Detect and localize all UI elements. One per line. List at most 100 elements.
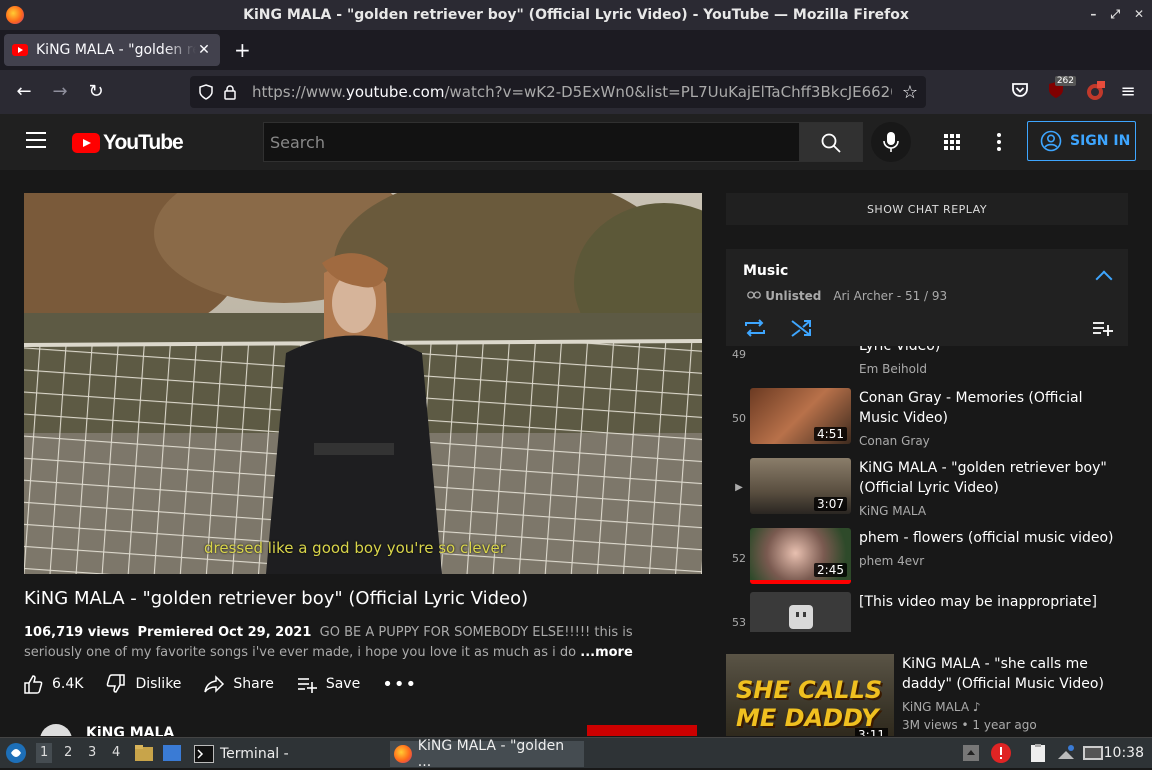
taskbar-firefox[interactable]: KiNG MALA - "golden ... bbox=[390, 738, 584, 770]
like-button[interactable]: 6.4K bbox=[22, 673, 83, 695]
channel-name[interactable]: KiNG MALA bbox=[86, 725, 174, 736]
recommended-channel: KiNG MALA ♪ bbox=[902, 700, 981, 714]
playlist-title[interactable]: Music bbox=[743, 263, 788, 279]
playlist-panel-header: Music Unlisted Ari Archer - 51 / 93 bbox=[726, 249, 1128, 346]
settings-more-icon[interactable] bbox=[987, 130, 1011, 154]
recommended-channel-name: KiNG MALA bbox=[902, 700, 970, 714]
extension-icon[interactable] bbox=[1084, 80, 1106, 102]
playlist-item-title: Conan Gray - Memories (Official Music Vi… bbox=[859, 390, 1083, 426]
tab-close-icon[interactable]: ✕ bbox=[196, 42, 212, 58]
forward-icon[interactable]: → bbox=[48, 80, 72, 104]
workspace-4[interactable]: 4 bbox=[112, 745, 120, 760]
clipboard-icon[interactable] bbox=[1028, 743, 1048, 763]
tray-up-arrow-icon[interactable] bbox=[962, 744, 980, 762]
microphone-icon bbox=[883, 132, 899, 152]
recommended-title: KiNG MALA - "she calls me daddy" (Offici… bbox=[902, 656, 1104, 692]
watch-progress-bar bbox=[750, 580, 851, 584]
window-controls: – ⤢ ✕ bbox=[1090, 7, 1144, 22]
playlist-item-thumbnail bbox=[750, 592, 851, 632]
playlist-subtitle: Unlisted Ari Archer - 51 / 93 bbox=[747, 289, 947, 303]
video-player[interactable]: dressed like a good boy you're so clever bbox=[24, 193, 702, 574]
playlist-item[interactable]: 49 Lyric Video) Em Beihold bbox=[726, 346, 1128, 386]
search-button[interactable] bbox=[799, 122, 863, 162]
network-icon[interactable] bbox=[1056, 743, 1076, 763]
video-description[interactable]: 106,719 views Premiered Oct 29, 2021 GO … bbox=[24, 623, 664, 663]
thumbs-down-icon bbox=[107, 674, 126, 693]
like-count: 6.4K bbox=[52, 676, 84, 692]
app-menu-icon[interactable]: ≡ bbox=[1116, 80, 1140, 104]
collapse-chevron-icon[interactable] bbox=[1095, 270, 1113, 288]
recommended-duration: 3:11 bbox=[855, 728, 888, 736]
url-text[interactable]: https://www.youtube.com/watch?v=wK2-D5Ex… bbox=[252, 83, 892, 101]
playlist-items: 49 Lyric Video) Em Beihold 50 4:51 Conan… bbox=[726, 346, 1128, 632]
loop-icon[interactable] bbox=[743, 317, 767, 339]
terminal-icon bbox=[194, 745, 214, 763]
tracking-shield-icon[interactable] bbox=[198, 84, 214, 100]
share-button[interactable]: Share bbox=[203, 673, 274, 695]
subscribe-button[interactable] bbox=[587, 725, 697, 736]
ublock-origin-icon[interactable]: 262 bbox=[1046, 76, 1076, 102]
workspace-2[interactable]: 2 bbox=[64, 745, 72, 760]
lock-icon[interactable] bbox=[222, 84, 238, 100]
playlist-item[interactable]: 53 [This video may be inappropriate] bbox=[726, 592, 1128, 632]
thumbs-up-icon bbox=[24, 675, 43, 694]
playlist-item-current[interactable]: ▶ 3:07 KiNG MALA - "golden retriever boy… bbox=[726, 458, 1128, 520]
more-actions-button[interactable]: ••• bbox=[382, 674, 417, 695]
new-tab-icon[interactable]: + bbox=[234, 38, 251, 62]
youtube-logo[interactable]: YouTube bbox=[72, 131, 184, 155]
tab-strip: KiNG MALA - "golden retriever boy" (Offi… bbox=[0, 30, 1152, 70]
volume-icon[interactable] bbox=[1082, 743, 1104, 763]
thumbnail-text: SHE CALLS ME DADDY bbox=[736, 676, 882, 732]
channel-avatar[interactable] bbox=[40, 724, 72, 736]
firefox-logo-icon bbox=[6, 6, 24, 24]
blocked-video-icon bbox=[789, 605, 813, 629]
playlist-item-channel: KiNG MALA bbox=[859, 504, 927, 518]
back-icon[interactable]: ← bbox=[12, 80, 36, 104]
workspace-3[interactable]: 3 bbox=[88, 745, 96, 760]
video-title: KiNG MALA - "golden retriever boy" (Offi… bbox=[24, 588, 529, 609]
recommended-thumbnail: SHE CALLS ME DADDY 3:11 bbox=[726, 654, 894, 736]
url-domain: youtube.com bbox=[345, 83, 445, 101]
playlist-item-index: 50 bbox=[732, 412, 746, 425]
desktop-taskbar: 1 2 3 4 Terminal - KiNG MALA - "golden .… bbox=[0, 737, 1152, 770]
playlist-item-title: KiNG MALA - "golden retriever boy" (Offi… bbox=[859, 460, 1107, 496]
playlist-item[interactable]: 52 2:45 phem - flowers (official music v… bbox=[726, 528, 1128, 590]
playlist-item-index: 49 bbox=[732, 348, 746, 361]
sign-in-button[interactable]: SIGN IN bbox=[1027, 121, 1136, 161]
close-window-icon[interactable]: ✕ bbox=[1134, 7, 1144, 22]
show-more-link[interactable]: ...more bbox=[580, 645, 633, 660]
bookmark-star-icon[interactable]: ☆ bbox=[902, 82, 918, 103]
start-menu-icon[interactable] bbox=[5, 742, 27, 764]
share-icon bbox=[204, 675, 225, 693]
reload-icon[interactable]: ↻ bbox=[84, 80, 108, 104]
thumbnail-text-line1: SHE CALLS bbox=[736, 676, 883, 704]
maximize-icon[interactable]: ⤢ bbox=[1110, 7, 1120, 22]
workspace-1[interactable]: 1 bbox=[36, 743, 53, 763]
ublock-badge: 262 bbox=[1054, 76, 1076, 86]
minimize-icon[interactable]: – bbox=[1090, 7, 1096, 22]
shuffle-icon[interactable] bbox=[790, 317, 814, 339]
playlist-item-channel: phem 4evr bbox=[859, 554, 925, 568]
search-input[interactable]: Search bbox=[263, 122, 800, 162]
taskbar-terminal[interactable]: Terminal - bbox=[190, 741, 293, 767]
file-manager-icon[interactable] bbox=[134, 743, 154, 763]
playlist-item-channel: Em Beihold bbox=[859, 362, 927, 376]
playlist-owner-position[interactable]: Ari Archer - 51 / 93 bbox=[833, 289, 947, 303]
browser-tab-active[interactable]: KiNG MALA - "golden retriever boy" (Offi… bbox=[4, 34, 220, 66]
pocket-icon[interactable] bbox=[1010, 80, 1032, 102]
search-icon bbox=[821, 133, 841, 153]
voice-search-button[interactable] bbox=[871, 122, 911, 162]
alert-icon[interactable] bbox=[990, 742, 1012, 764]
guide-menu-icon[interactable] bbox=[26, 132, 46, 148]
save-button[interactable]: Save bbox=[296, 673, 360, 695]
playlist-item[interactable]: 50 4:51 Conan Gray - Memories (Official … bbox=[726, 388, 1128, 450]
url-bar[interactable]: https://www.youtube.com/watch?v=wK2-D5Ex… bbox=[190, 76, 926, 108]
account-icon bbox=[1040, 130, 1062, 152]
recommended-video[interactable]: SHE CALLS ME DADDY 3:11 KiNG MALA - "she … bbox=[726, 654, 1128, 736]
show-chat-replay-button[interactable]: SHOW CHAT REPLAY bbox=[726, 193, 1128, 225]
youtube-apps-icon[interactable] bbox=[940, 130, 964, 154]
playlist-item-duration: 3:07 bbox=[814, 497, 847, 511]
save-playlist-icon[interactable] bbox=[1092, 319, 1114, 337]
show-desktop-icon[interactable] bbox=[162, 743, 182, 763]
dislike-button[interactable]: Dislike bbox=[105, 673, 181, 695]
